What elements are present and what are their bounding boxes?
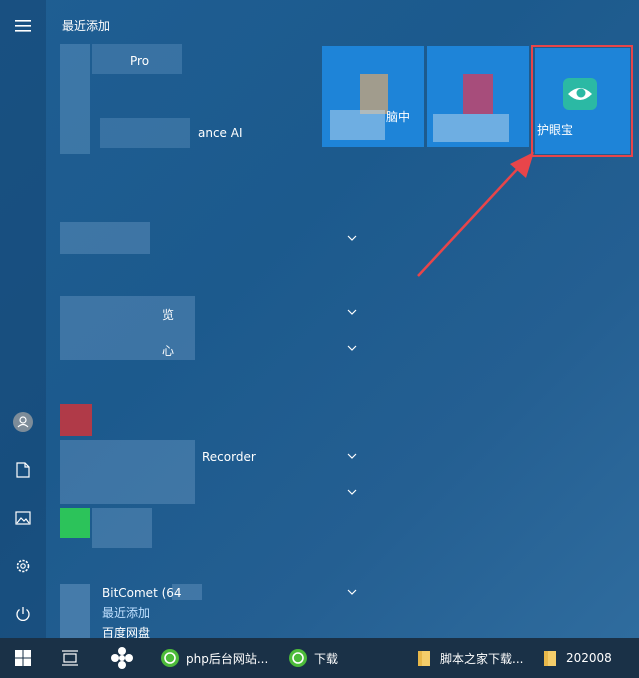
user-avatar-icon — [13, 412, 33, 432]
task-view-icon — [62, 650, 78, 666]
hamburger-icon — [15, 20, 31, 32]
app-folder-baidu[interactable]: 百度网盘 — [60, 622, 310, 638]
taskbar: php后台网站... 下载 脚本之家下载... 202008 — [0, 638, 639, 678]
hamburger-menu-button[interactable] — [0, 6, 46, 46]
app-folder-1[interactable] — [60, 228, 357, 252]
windows-logo-icon — [15, 650, 31, 666]
folder-icon — [418, 651, 430, 666]
app-folder-bitcomet[interactable]: BitComet (64 最近添加 — [60, 582, 357, 622]
start-menu: 最近添加 Pro ance AI 览 心 Recorder BitComet (… — [0, 0, 639, 638]
chevron-down-icon — [347, 309, 357, 315]
documents-button[interactable] — [0, 450, 46, 490]
highlight-box — [531, 45, 633, 157]
tile-2[interactable] — [427, 46, 529, 147]
blurred-icon — [60, 404, 92, 436]
power-icon — [16, 607, 30, 621]
folder-icon — [544, 651, 556, 666]
blurred-tile-text — [330, 110, 385, 140]
chevron-down-icon — [347, 235, 357, 241]
chevron-down-icon — [347, 453, 357, 459]
blurred-icon — [60, 508, 90, 538]
pictures-button[interactable] — [0, 498, 46, 538]
app-folder-4[interactable] — [60, 482, 357, 506]
chevron-down-icon — [347, 589, 357, 595]
blurred-tile-icon — [360, 74, 388, 114]
account-button[interactable] — [0, 402, 46, 442]
power-button[interactable] — [0, 594, 46, 634]
app-folder-3[interactable]: 心 — [60, 338, 357, 362]
pinned-app-fan[interactable] — [104, 638, 140, 678]
recently-added-header: 最近添加 — [62, 19, 111, 33]
taskbar-folder-jb51[interactable]: 脚本之家下载... — [416, 638, 523, 678]
app-folder-recorder[interactable]: Recorder — [60, 446, 357, 470]
start-rail — [0, 0, 46, 638]
browser-icon — [289, 649, 307, 667]
red-arrow-annotation — [417, 152, 534, 277]
picture-icon — [15, 511, 31, 525]
task-view-button[interactable] — [52, 638, 88, 678]
blurred-tile-text — [433, 114, 509, 142]
app-folder-2[interactable]: 览 — [60, 302, 357, 326]
blurred-text — [92, 508, 152, 548]
blurred-tile-icon — [463, 74, 493, 114]
app-item-pro[interactable]: Pro — [60, 50, 310, 74]
start-button[interactable] — [0, 638, 46, 678]
document-icon — [16, 462, 30, 478]
settings-button[interactable] — [0, 546, 46, 586]
tile-1[interactable]: 脑中 — [322, 46, 424, 147]
app-item-ai[interactable]: ance AI — [60, 122, 310, 146]
browser-icon — [161, 649, 179, 667]
chevron-down-icon — [347, 345, 357, 351]
taskbar-browser-php[interactable]: php后台网站... — [160, 638, 268, 678]
taskbar-browser-download[interactable]: 下载 — [288, 638, 338, 678]
chevron-down-icon — [347, 489, 357, 495]
taskbar-folder-202008[interactable]: 202008 — [542, 638, 612, 678]
gear-icon — [16, 559, 30, 573]
fan-app-icon — [111, 647, 133, 669]
